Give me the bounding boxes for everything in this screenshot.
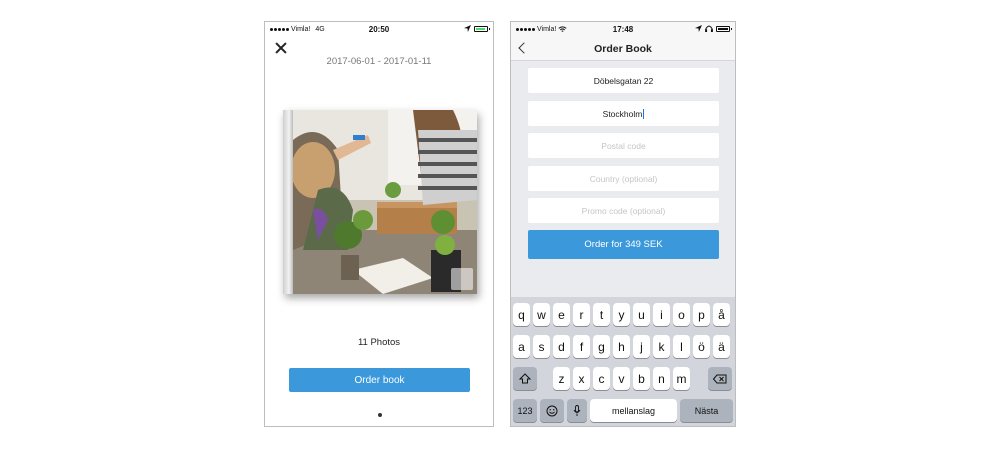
key-u[interactable]: u: [633, 303, 650, 326]
postal-code-field[interactable]: Postal code: [528, 133, 719, 158]
key-p[interactable]: p: [693, 303, 710, 326]
key-z[interactable]: z: [553, 367, 570, 390]
photo-book-cover[interactable]: [283, 110, 477, 294]
key-d[interactable]: d: [553, 335, 570, 358]
headphones-icon: [705, 25, 713, 32]
photo-count: 11 Photos: [357, 337, 401, 348]
key-k[interactable]: k: [653, 335, 670, 358]
book-spine: [283, 110, 293, 294]
key-l[interactable]: l: [673, 335, 690, 358]
key-t[interactable]: t: [593, 303, 610, 326]
key-o[interactable]: o: [673, 303, 690, 326]
date-range: 2017-06-01 - 2017-01-11: [326, 56, 432, 67]
location-icon: [464, 25, 471, 32]
city-field[interactable]: Stockholm: [528, 101, 719, 126]
cover-photo: [293, 110, 477, 294]
keyboard: q w e r t y u i o p å a s d f g h j k l …: [511, 297, 735, 426]
book-preview-screen: Vimla! 4G 20:50 2017-06-01 - 2017-01-11: [264, 21, 494, 427]
emoji-icon[interactable]: [540, 399, 564, 422]
status-bar: Vimla! 17:48: [511, 22, 735, 38]
status-bar: Vimla! 4G 20:50: [265, 22, 493, 38]
status-time: 20:50: [368, 25, 390, 34]
key-v[interactable]: v: [613, 367, 630, 390]
order-book-button[interactable]: Order book: [289, 368, 470, 392]
key-s[interactable]: s: [533, 335, 550, 358]
text-cursor: [643, 108, 645, 119]
city-value: Stockholm: [602, 108, 643, 119]
order-form-screen: Vimla! 17:48 Order Book Döbelsgatan 22 S…: [510, 21, 736, 427]
street-value: Döbelsgatan 22: [593, 75, 654, 86]
key-f[interactable]: f: [573, 335, 590, 358]
shift-icon[interactable]: [513, 367, 537, 390]
key-y[interactable]: y: [613, 303, 630, 326]
key-x[interactable]: x: [573, 367, 590, 390]
street-field[interactable]: Döbelsgatan 22: [528, 68, 719, 93]
battery-icon: [716, 25, 732, 32]
battery-icon: [474, 25, 490, 32]
country-field[interactable]: Country (optional): [528, 166, 719, 191]
key-e[interactable]: e: [553, 303, 570, 326]
backspace-icon[interactable]: [708, 367, 732, 390]
promo-code-field[interactable]: Promo code (optional): [528, 198, 719, 223]
order-for-price-button[interactable]: Order for 349 SEK: [528, 230, 719, 259]
key-a-umlaut[interactable]: ä: [713, 335, 730, 358]
key-o-umlaut[interactable]: ö: [693, 335, 710, 358]
navigation-bar: Order Book: [511, 38, 735, 61]
key-c[interactable]: c: [593, 367, 610, 390]
numbers-key[interactable]: 123: [513, 399, 537, 422]
key-a-ring[interactable]: å: [713, 303, 730, 326]
close-icon[interactable]: [274, 41, 288, 55]
microphone-icon[interactable]: [567, 399, 587, 422]
key-m[interactable]: m: [673, 367, 690, 390]
expand-icon[interactable]: [451, 268, 473, 290]
location-icon: [695, 25, 702, 32]
key-a[interactable]: a: [513, 335, 530, 358]
key-r[interactable]: r: [573, 303, 590, 326]
key-h[interactable]: h: [613, 335, 630, 358]
key-n[interactable]: n: [653, 367, 670, 390]
page-title: Order Book: [594, 43, 652, 55]
space-key[interactable]: mellanslag: [590, 399, 677, 422]
page-indicator: [378, 413, 382, 417]
key-j[interactable]: j: [633, 335, 650, 358]
key-g[interactable]: g: [593, 335, 610, 358]
key-i[interactable]: i: [653, 303, 670, 326]
key-b[interactable]: b: [633, 367, 650, 390]
key-w[interactable]: w: [533, 303, 550, 326]
key-q[interactable]: q: [513, 303, 530, 326]
next-key[interactable]: Nästa: [680, 399, 733, 422]
